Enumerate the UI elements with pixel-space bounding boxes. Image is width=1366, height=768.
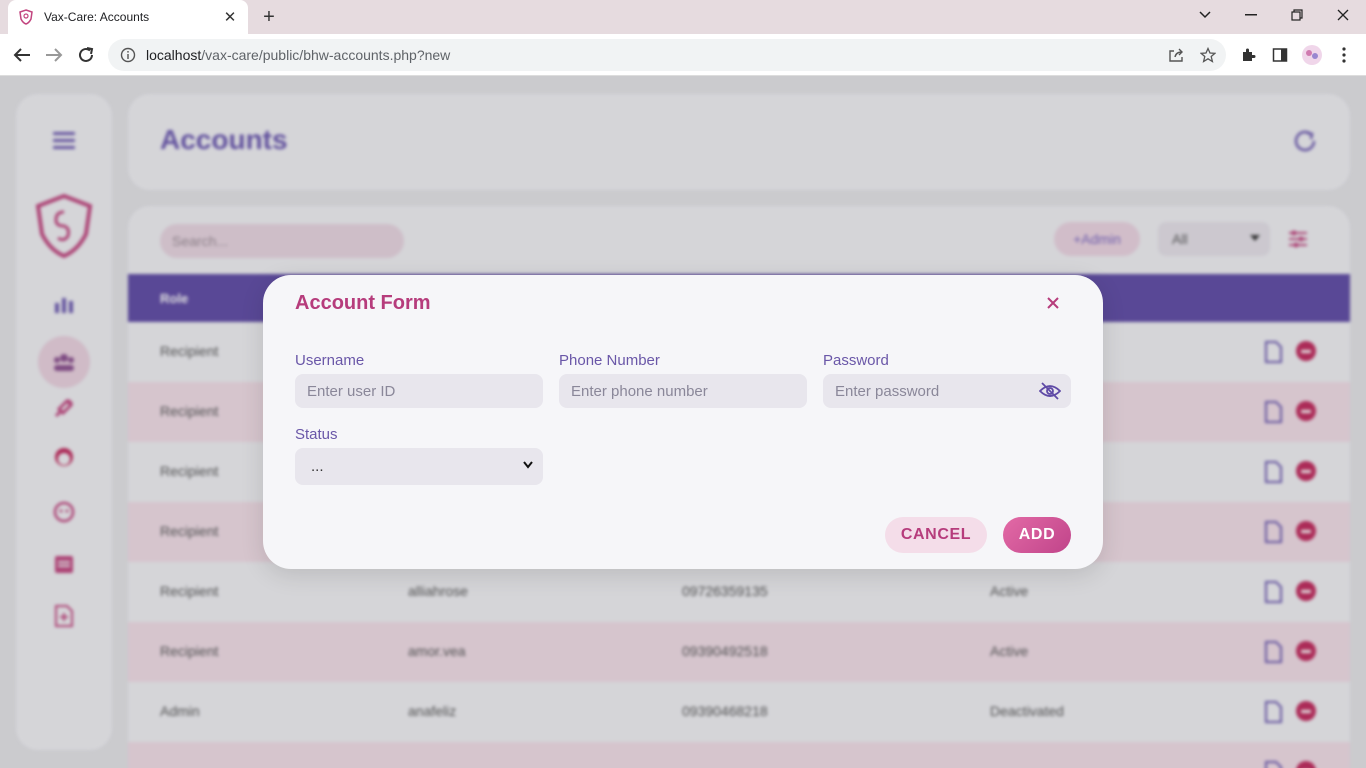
password-field[interactable]: Enter password (823, 374, 1071, 408)
phone-label: Phone Number (559, 352, 660, 369)
reload-icon[interactable] (74, 43, 98, 67)
browser-toolbar: localhost/vax-care/public/bhw-accounts.p… (0, 34, 1366, 76)
window-close-icon[interactable] (1320, 0, 1366, 30)
address-bar[interactable]: localhost/vax-care/public/bhw-accounts.p… (108, 39, 1226, 71)
tab-title: Vax-Care: Accounts (44, 10, 150, 24)
add-button[interactable]: ADD (1003, 517, 1071, 553)
browser-tab[interactable]: Vax-Care: Accounts ✕ (8, 0, 248, 34)
phone-field[interactable]: Enter phone number (559, 374, 807, 408)
browser-tab-strip: Vax-Care: Accounts ✕ + (0, 0, 1366, 34)
password-placeholder: Enter password (835, 383, 940, 400)
username-field[interactable]: Enter user ID (295, 374, 543, 408)
close-tab-icon[interactable]: ✕ (222, 9, 238, 26)
forward-icon[interactable] (42, 43, 66, 67)
cancel-button[interactable]: CANCEL (885, 517, 987, 553)
menu-icon[interactable] (1332, 43, 1356, 67)
extensions-icon[interactable] (1236, 43, 1260, 67)
chevron-down-icon (523, 461, 533, 471)
share-icon[interactable] (1164, 43, 1188, 67)
shield-favicon-icon (18, 9, 34, 25)
sidepanel-icon[interactable] (1268, 43, 1292, 67)
profile-avatar[interactable] (1300, 43, 1324, 67)
url-text: localhost/vax-care/public/bhw-accounts.p… (146, 47, 451, 63)
restore-icon[interactable] (1274, 0, 1320, 30)
account-form-modal: Account Form Username Enter user ID Phon… (263, 275, 1103, 569)
new-tab-icon[interactable]: + (258, 6, 280, 28)
tab-search-icon[interactable] (1182, 0, 1228, 30)
password-label: Password (823, 352, 889, 369)
status-value: ... (311, 458, 324, 475)
status-label: Status (295, 426, 338, 443)
minimize-icon[interactable] (1228, 0, 1274, 30)
modal-title: Account Form (295, 292, 431, 314)
back-icon[interactable] (10, 43, 34, 67)
status-select[interactable]: ... (295, 448, 543, 485)
close-icon[interactable] (1043, 293, 1063, 313)
star-icon[interactable] (1196, 43, 1220, 67)
username-label: Username (295, 352, 365, 369)
eye-off-icon[interactable] (1039, 381, 1061, 401)
info-icon[interactable] (120, 47, 136, 63)
